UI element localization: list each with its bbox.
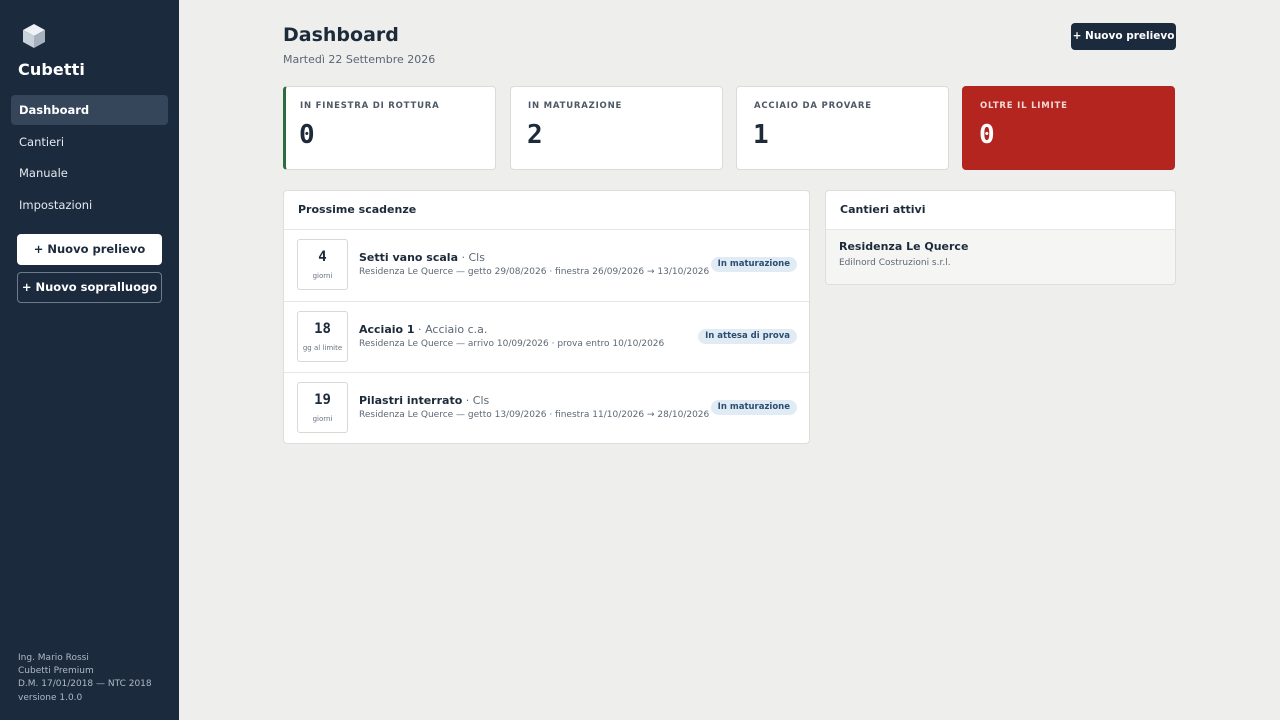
stat-label: IN FINESTRA DI ROTTURA [300, 101, 440, 111]
new-sample-button[interactable]: + Nuovo prelievo [17, 234, 162, 265]
item-name: Acciaio 1 [359, 323, 415, 336]
days-count: 4 [318, 249, 327, 265]
days-count: 19 [314, 392, 331, 408]
item-title: Pilastri interrato · Cls [359, 394, 490, 407]
deadlines-panel: Prossime scadenze 4 giorni Setti vano sc… [283, 190, 810, 444]
new-inspection-button[interactable]: + Nuovo sopralluogo [17, 272, 162, 303]
site-item[interactable]: Residenza Le Querce Edilnord Costruzioni… [826, 230, 1175, 284]
app-version: versione 1.0.0 [18, 692, 83, 703]
status-badge: In attesa di prova [698, 329, 797, 344]
item-type: Acciaio c.a. [425, 323, 488, 336]
sidebar-item-impostazioni[interactable]: Impostazioni [11, 190, 168, 220]
header-new-sample-button[interactable]: + Nuovo prelievo [1071, 23, 1176, 50]
plan-name: Cubetti Premium [18, 666, 94, 677]
days-badge: 4 giorni [297, 239, 348, 290]
item-name: Pilastri interrato [359, 394, 463, 407]
list-item[interactable]: 18 gg al limite Acciaio 1 · Acciaio c.a.… [284, 301, 809, 372]
list-item[interactable]: 4 giorni Setti vano scala · Cls Residenz… [284, 230, 809, 301]
item-details: Residenza Le Querce — getto 29/08/2026 ·… [359, 267, 710, 277]
sidebar: Cubetti Dashboard Cantieri Manuale Impos… [0, 0, 179, 720]
status-badge: In maturazione [710, 257, 797, 272]
stat-value: 1 [753, 120, 769, 150]
item-name: Setti vano scala [359, 251, 458, 264]
norm-reference: D.M. 17/01/2018 — NTC 2018 [18, 679, 152, 690]
sidebar-item-dashboard[interactable]: Dashboard [11, 95, 168, 125]
days-badge: 18 gg al limite [297, 311, 348, 362]
site-company: Edilnord Costruzioni s.r.l. [839, 258, 951, 268]
stat-card-breaking-window[interactable]: IN FINESTRA DI ROTTURA 0 [283, 86, 496, 170]
days-count: 18 [314, 321, 331, 337]
sidebar-footer: Ing. Mario Rossi Cubetti Premium D.M. 17… [18, 652, 152, 705]
days-unit: giorni [312, 272, 333, 280]
sidebar-item-manuale[interactable]: Manuale [11, 158, 168, 188]
page-title: Dashboard [283, 24, 399, 46]
days-unit: giorni [312, 415, 333, 423]
page-date: Martedì 22 Settembre 2026 [283, 53, 436, 66]
sidebar-item-cantieri[interactable]: Cantieri [11, 127, 168, 157]
stat-card-curing[interactable]: IN MATURAZIONE 2 [510, 86, 723, 170]
stat-label: OLTRE IL LIMITE [980, 101, 1068, 111]
item-title: Acciaio 1 · Acciaio c.a. [359, 323, 488, 336]
stat-value: 0 [299, 120, 315, 150]
app-name: Cubetti [18, 60, 85, 79]
item-details: Residenza Le Querce — arrivo 10/09/2026 … [359, 339, 665, 349]
stat-card-over-limit[interactable]: OLTRE IL LIMITE 0 [962, 86, 1175, 170]
item-type: Cls [472, 394, 490, 407]
deadlines-list: 4 giorni Setti vano scala · Cls Residenz… [284, 230, 809, 443]
item-type: Cls [468, 251, 485, 264]
site-name: Residenza Le Querce [839, 240, 969, 253]
stat-label: IN MATURAZIONE [528, 101, 623, 111]
days-badge: 19 giorni [297, 382, 348, 433]
days-unit: gg al limite [302, 344, 343, 352]
panel-title: Prossime scadenze [298, 203, 417, 216]
stat-label: ACCIAIO DA PROVARE [754, 101, 872, 111]
panel-title: Cantieri attivi [840, 203, 926, 216]
item-details: Residenza Le Querce — getto 13/09/2026 ·… [359, 410, 710, 420]
stat-value: 2 [527, 120, 543, 150]
user-name: Ing. Mario Rossi [18, 653, 89, 663]
status-badge: In maturazione [710, 400, 797, 415]
active-sites-panel: Cantieri attivi Residenza Le Querce Edil… [825, 190, 1176, 285]
cube-icon [23, 24, 45, 48]
stat-value: 0 [979, 120, 995, 150]
stat-card-steel-to-test[interactable]: ACCIAIO DA PROVARE 1 [736, 86, 949, 170]
list-item[interactable]: 19 giorni Pilastri interrato · Cls Resid… [284, 372, 809, 443]
item-title: Setti vano scala · Cls [359, 251, 485, 264]
